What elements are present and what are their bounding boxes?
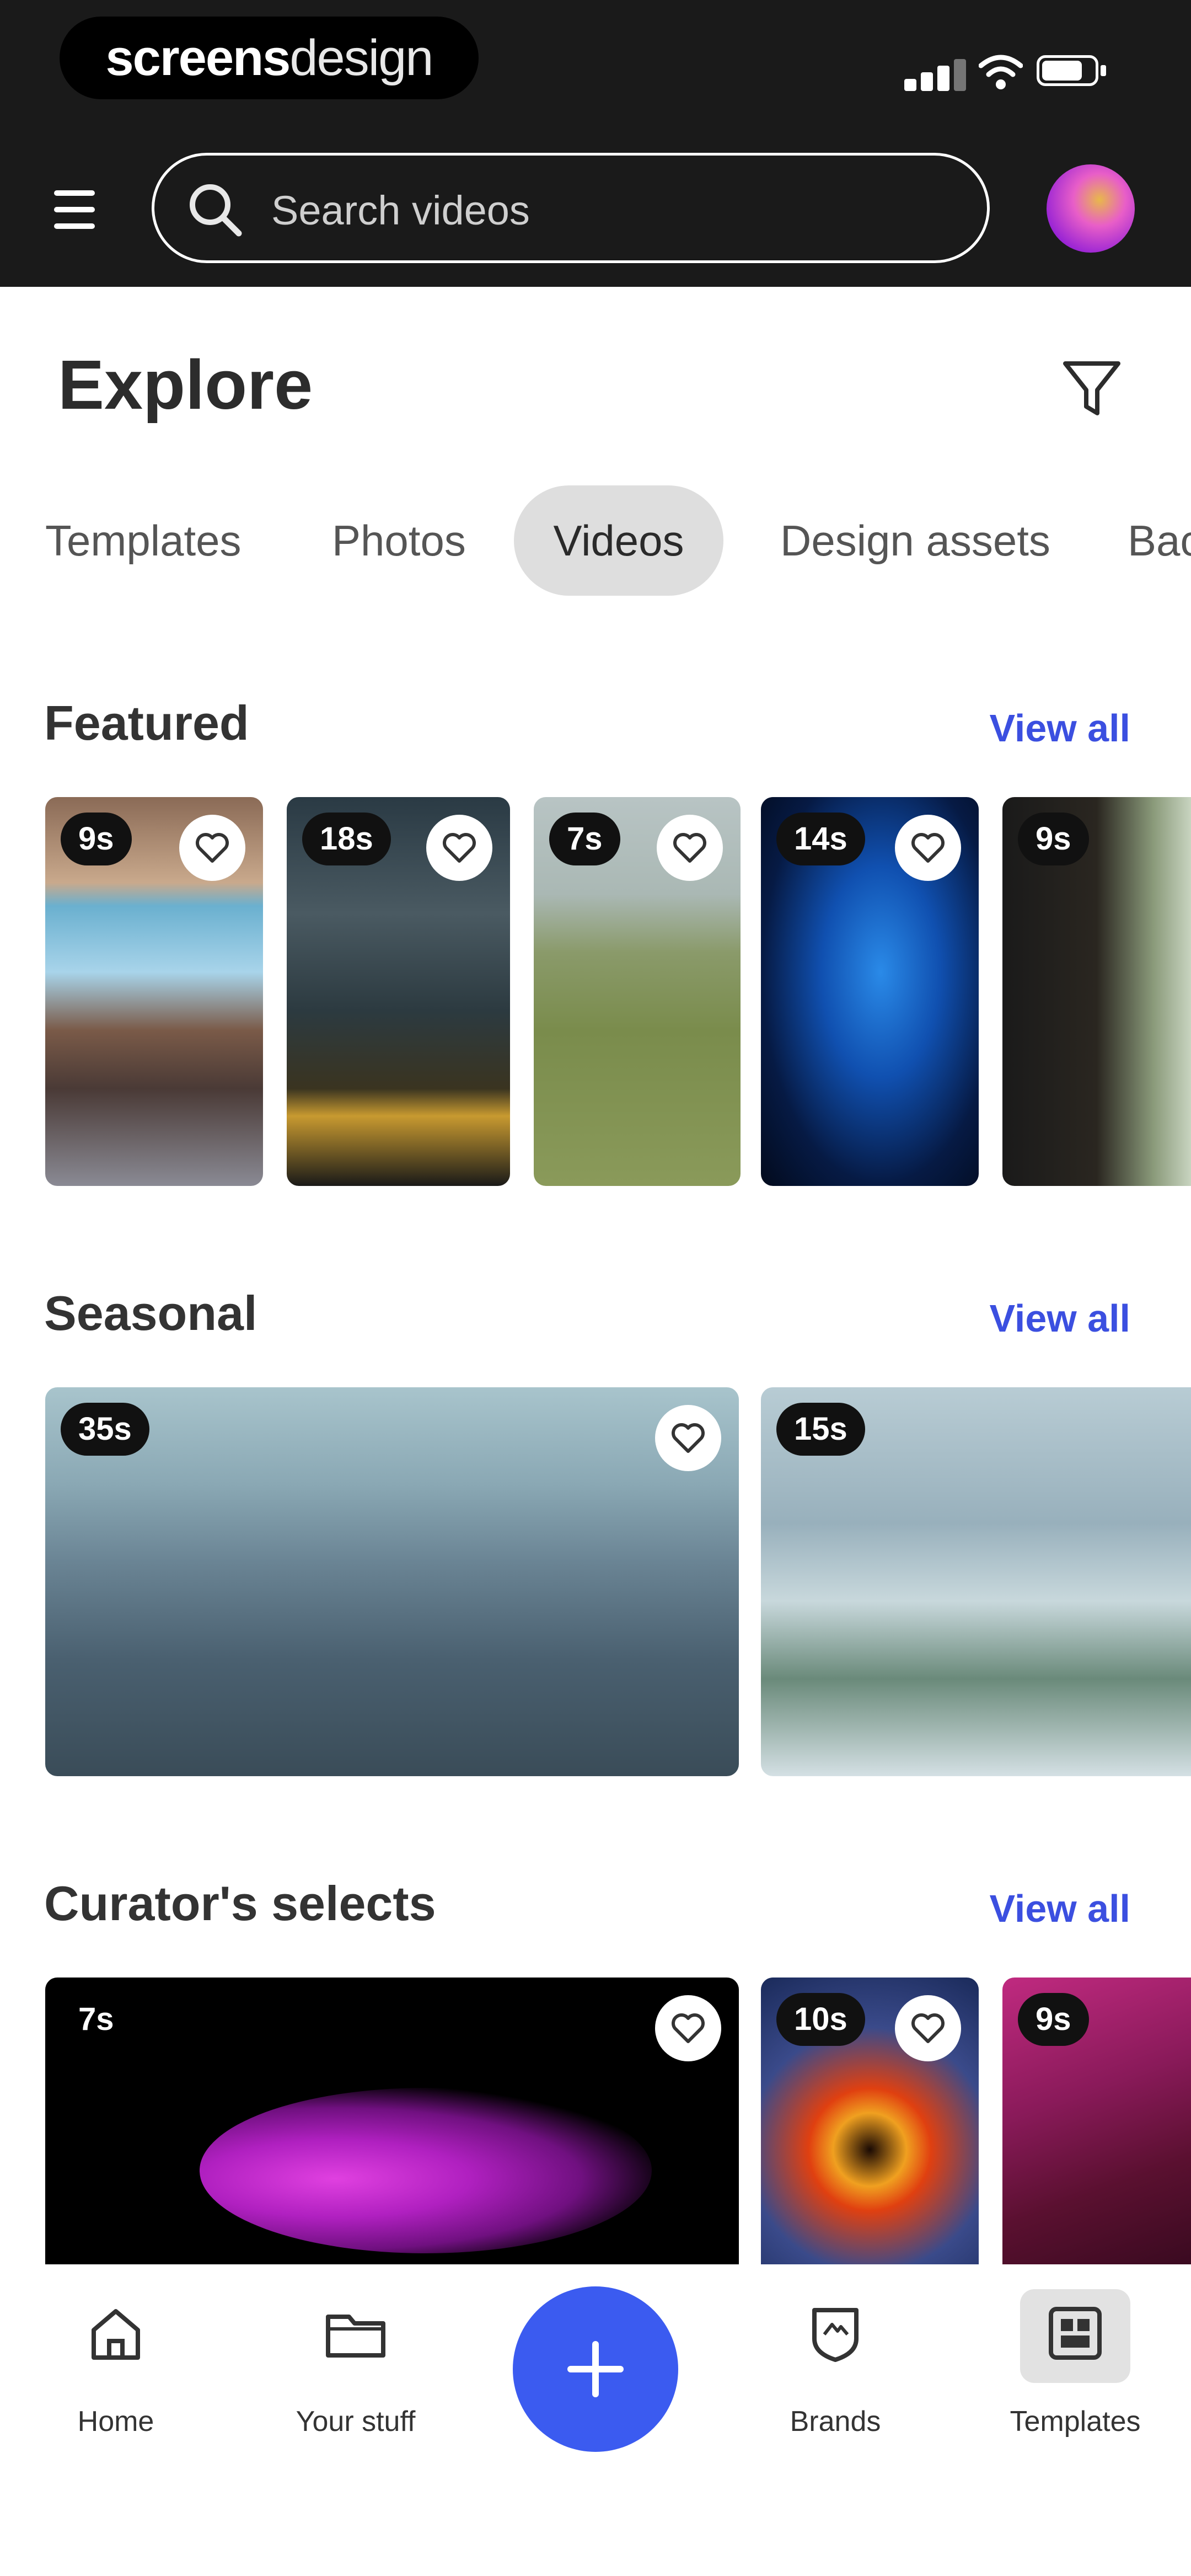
section-title-seasonal: Seasonal: [44, 1286, 257, 1340]
tab-backgrounds[interactable]: Bac: [1128, 485, 1191, 596]
purple-smoke-image: [200, 2088, 652, 2253]
video-thumbnail[interactable]: 18s: [287, 797, 510, 1186]
plus-icon: [567, 2341, 624, 2397]
video-thumbnail[interactable]: 10s: [761, 1978, 979, 2264]
duration-badge: 10s: [776, 1993, 865, 2046]
wifi-icon: [979, 55, 1023, 89]
video-thumbnail[interactable]: 35s: [45, 1387, 739, 1776]
heart-icon[interactable]: [426, 815, 492, 881]
heart-icon[interactable]: [655, 1405, 721, 1471]
video-thumbnail[interactable]: 7s: [45, 1978, 739, 2264]
create-button[interactable]: [513, 2286, 678, 2452]
video-thumbnail[interactable]: 7s: [534, 797, 741, 1186]
view-all-curators-link[interactable]: View all: [989, 1886, 1130, 1931]
video-thumbnail[interactable]: 14s: [761, 797, 979, 1186]
signal-icon: [904, 58, 966, 91]
heart-icon[interactable]: [895, 815, 961, 881]
duration-badge: 35s: [61, 1403, 149, 1456]
duration-badge: 14s: [776, 813, 865, 865]
duration-badge: 7s: [78, 2001, 114, 2037]
heart-icon[interactable]: [655, 1995, 721, 2061]
menu-icon[interactable]: [50, 185, 99, 234]
templates-icon: [1049, 2307, 1102, 2360]
duration-badge: 9s: [1018, 1993, 1089, 2046]
page-title: Explore: [58, 346, 313, 424]
duration-badge: 7s: [549, 813, 620, 865]
nav-home-label: Home: [77, 2406, 154, 2438]
section-title-featured: Featured: [44, 696, 249, 750]
nav-templates-label: Templates: [1010, 2406, 1141, 2438]
tab-design-assets[interactable]: Design assets: [780, 485, 1050, 596]
heart-icon[interactable]: [895, 1995, 961, 2061]
view-all-featured-link[interactable]: View all: [989, 706, 1130, 750]
search-input[interactable]: [270, 177, 934, 244]
folder-icon: [326, 2315, 385, 2358]
nav-your-stuff[interactable]: Your stuff: [273, 2289, 438, 2466]
filter-icon[interactable]: [1059, 356, 1125, 422]
video-thumbnail[interactable]: 9s: [1002, 797, 1191, 1186]
nav-your-stuff-label: Your stuff: [296, 2406, 416, 2438]
view-all-seasonal-link[interactable]: View all: [989, 1296, 1130, 1340]
watermark-logo: screensdesign: [60, 17, 479, 99]
tab-photos[interactable]: Photos: [332, 485, 466, 596]
heart-icon[interactable]: [179, 815, 245, 881]
brands-icon: [812, 2308, 859, 2362]
duration-badge: 18s: [302, 813, 391, 865]
nav-templates[interactable]: Templates: [993, 2289, 1158, 2466]
duration-badge: 9s: [1018, 813, 1089, 865]
nav-home[interactable]: Home: [33, 2289, 198, 2466]
section-title-curators-selects: Curator's selects: [44, 1876, 436, 1931]
nav-brands-label: Brands: [790, 2406, 881, 2438]
tab-videos[interactable]: Videos: [514, 485, 723, 596]
battery-icon: [1037, 55, 1108, 86]
duration-badge: 15s: [776, 1403, 865, 1456]
duration-badge: 9s: [61, 813, 132, 865]
nav-brands[interactable]: Brands: [753, 2289, 918, 2466]
heart-icon[interactable]: [657, 815, 723, 881]
home-icon: [92, 2309, 140, 2360]
video-thumbnail[interactable]: 9s: [1002, 1978, 1191, 2264]
tab-templates[interactable]: Templates: [45, 485, 242, 596]
avatar[interactable]: [1047, 164, 1135, 253]
video-thumbnail[interactable]: 9s: [45, 797, 263, 1186]
search-icon: [190, 184, 242, 237]
video-thumbnail[interactable]: 15s: [761, 1387, 1191, 1776]
